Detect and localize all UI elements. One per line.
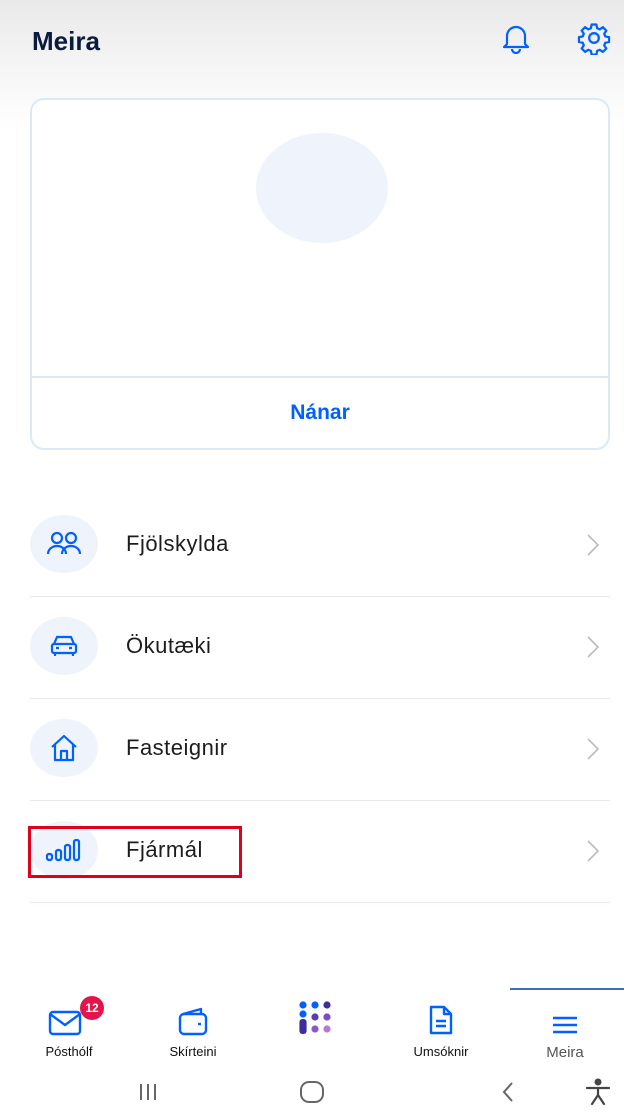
more-details-button[interactable]: Nánar — [32, 376, 608, 450]
tab-inbox[interactable]: 12 Pósthólf — [14, 994, 124, 1068]
accessibility-icon[interactable] — [576, 1074, 620, 1110]
menu-item-family[interactable]: Fjölskylda — [30, 495, 610, 597]
tab-label: Meira — [546, 1044, 584, 1061]
tab-applications[interactable]: Umsóknir — [386, 994, 496, 1068]
menu-item-label: Ökutæki — [126, 633, 212, 658]
tab-home[interactable] — [262, 994, 372, 1068]
document-icon — [427, 994, 455, 1036]
menu-item-label: Fjármál — [126, 837, 203, 862]
unread-badge: 12 — [80, 996, 104, 1020]
bar-chart-icon — [30, 821, 98, 879]
chevron-right-icon — [586, 839, 600, 868]
page-title: Meira — [32, 26, 100, 56]
house-icon — [30, 719, 98, 777]
menu-item-finances[interactable]: Fjármál — [30, 801, 610, 903]
home-icon[interactable] — [290, 1074, 334, 1110]
menu-item-properties[interactable]: Fasteignir — [30, 699, 610, 801]
recent-apps-icon[interactable] — [126, 1074, 170, 1110]
bell-icon[interactable] — [496, 18, 536, 58]
mail-icon: 12 — [48, 994, 104, 1036]
system-navigation-bar — [0, 1068, 624, 1115]
profile-card: Nánar — [30, 98, 610, 450]
car-icon — [30, 617, 98, 675]
menu-item-label: Fasteignir — [126, 735, 228, 760]
tab-licenses[interactable]: Skírteini — [138, 994, 248, 1068]
chevron-right-icon — [586, 635, 600, 664]
tab-label: Umsóknir — [413, 1044, 469, 1059]
chevron-right-icon — [586, 533, 600, 562]
avatar — [256, 133, 388, 243]
back-icon[interactable] — [486, 1074, 530, 1110]
active-tab-indicator — [510, 988, 624, 990]
tab-label: Pósthólf — [45, 1044, 93, 1059]
people-icon — [30, 515, 98, 573]
menu-icon — [550, 994, 580, 1036]
gear-icon[interactable] — [574, 18, 614, 58]
island-logo-icon — [295, 994, 339, 1036]
tab-bar: 12 Pósthólf Skírteini Umsóknir Meira — [0, 988, 624, 1068]
wallet-icon — [177, 994, 209, 1036]
menu-item-label: Fjölskylda — [126, 531, 229, 556]
chevron-right-icon — [586, 737, 600, 766]
tab-more[interactable]: Meira — [510, 994, 620, 1068]
menu-item-vehicles[interactable]: Ökutæki — [30, 597, 610, 699]
tab-label: Skírteini — [169, 1044, 217, 1059]
